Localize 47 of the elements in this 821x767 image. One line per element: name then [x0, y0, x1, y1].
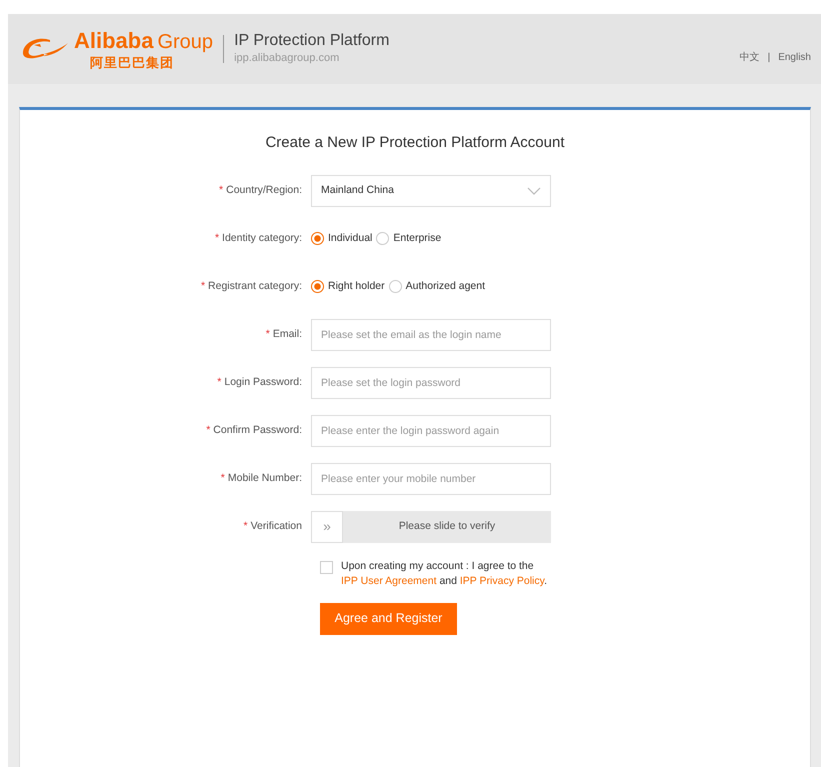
- field-label: Verification: [250, 520, 302, 532]
- country-select[interactable]: Mainland China: [311, 174, 551, 206]
- language-link[interactable]: 中文: [740, 50, 760, 64]
- radio-label: Enterprise: [393, 230, 442, 246]
- register-button[interactable]: Agree and Register: [320, 602, 457, 634]
- policy-link[interactable]: IPP Privacy Policy: [460, 574, 544, 586]
- select-value: Mainland China: [321, 182, 394, 198]
- radio-label: Right holder: [328, 278, 385, 294]
- policy-link[interactable]: IPP User Agreement: [341, 574, 437, 586]
- logo-text: 阿里巴巴集团: [90, 56, 175, 68]
- slider-text: Please slide to verify: [398, 518, 496, 534]
- input-field[interactable]: Please set the login password: [311, 366, 551, 398]
- field-label: Country/Region:: [226, 184, 302, 196]
- separator: |: [768, 50, 770, 64]
- platform-title: IP Protection Platform: [234, 32, 390, 50]
- checkbox[interactable]: [320, 560, 333, 574]
- slider-handle[interactable]: »: [311, 510, 343, 542]
- logo-text: Group: [157, 32, 214, 52]
- radio-button[interactable]: [388, 280, 402, 293]
- field-label: Confirm Password:: [213, 424, 302, 436]
- field-label: Identity category:: [222, 232, 302, 244]
- field-label: Email:: [272, 328, 302, 340]
- radio-label: Individual: [328, 230, 372, 246]
- field-label: Mobile Number:: [228, 472, 302, 484]
- site-url: ipp.alibabagroup.com: [234, 50, 340, 66]
- language-link[interactable]: English: [778, 50, 811, 64]
- required-mark: *: [244, 520, 248, 532]
- agreement-text: Upon creating my account : I agree to the IPP User Agreement and IPP Privacy Policy.: [341, 558, 548, 588]
- logo-text: Alibaba: [74, 30, 154, 52]
- input-field[interactable]: Please enter the login password again: [311, 414, 551, 446]
- input-field[interactable]: Please set the email as the login name: [311, 318, 551, 350]
- form-title: Create a New IP Protection Platform Account: [264, 133, 566, 153]
- chevron-down-icon: [527, 186, 541, 194]
- required-mark: *: [220, 472, 225, 484]
- input-field[interactable]: Please enter your mobile number: [311, 462, 551, 494]
- required-mark: *: [200, 280, 206, 292]
- required-mark: *: [266, 328, 270, 340]
- radio-button[interactable]: [311, 280, 324, 293]
- radio-label: Authorized agent: [406, 278, 486, 294]
- required-mark: *: [217, 376, 222, 388]
- required-mark: *: [206, 424, 210, 436]
- required-mark: *: [214, 232, 220, 244]
- field-label: Registrant category:: [208, 280, 302, 292]
- required-mark: *: [219, 184, 224, 196]
- radio-button[interactable]: [376, 232, 390, 245]
- field-label: Login Password:: [224, 376, 302, 388]
- radio-button[interactable]: [311, 232, 324, 245]
